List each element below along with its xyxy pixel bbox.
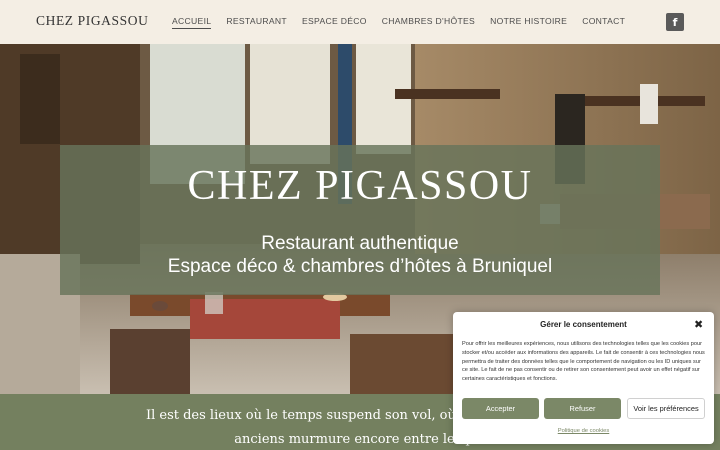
nav-notre-histoire[interactable]: NOTRE HISTOIRE (490, 16, 567, 29)
nav-accueil[interactable]: ACCUEIL (172, 16, 212, 29)
cookie-policy-link[interactable]: Politique de cookies (453, 428, 714, 434)
nav-restaurant[interactable]: RESTAURANT (226, 16, 287, 29)
close-icon[interactable]: ✖ (694, 318, 703, 331)
cookie-consent-dialog: Gérer le consentement ✖ Pour offrir les … (453, 312, 714, 444)
accept-button[interactable]: Accepter (462, 398, 539, 419)
preferences-button[interactable]: Voir les préférences (627, 398, 705, 419)
hero-subtitle-line2: Espace déco & chambres d’hôtes à Bruniqu… (167, 256, 553, 277)
hero-subtitle-line1: Restaurant authentique (261, 233, 459, 254)
hero-subtitle: Restaurant authentique Espace déco & cha… (60, 232, 660, 278)
consent-text: Pour offrir les meilleures expériences, … (462, 341, 705, 383)
hero-title: CHEZ PIGASSOU (187, 163, 533, 209)
refuse-button[interactable]: Refuser (544, 398, 621, 419)
nav-contact[interactable]: CONTACT (582, 16, 625, 29)
hero-overlay: CHEZ PIGASSOU Restaurant authentique Esp… (60, 145, 660, 295)
site-logo[interactable]: CHEZ PIGASSOU (36, 13, 148, 29)
nav-espace-deco[interactable]: ESPACE DÉCO (302, 16, 367, 29)
main-nav: ACCUEIL RESTAURANT ESPACE DÉCO CHAMBRES … (172, 16, 625, 29)
consent-title: Gérer le consentement (540, 320, 627, 329)
facebook-icon[interactable]: f (666, 13, 684, 31)
site-header: CHEZ PIGASSOU ACCUEIL RESTAURANT ESPACE … (0, 0, 720, 44)
nav-chambres-hotes[interactable]: CHAMBRES D'HÔTES (382, 16, 475, 29)
